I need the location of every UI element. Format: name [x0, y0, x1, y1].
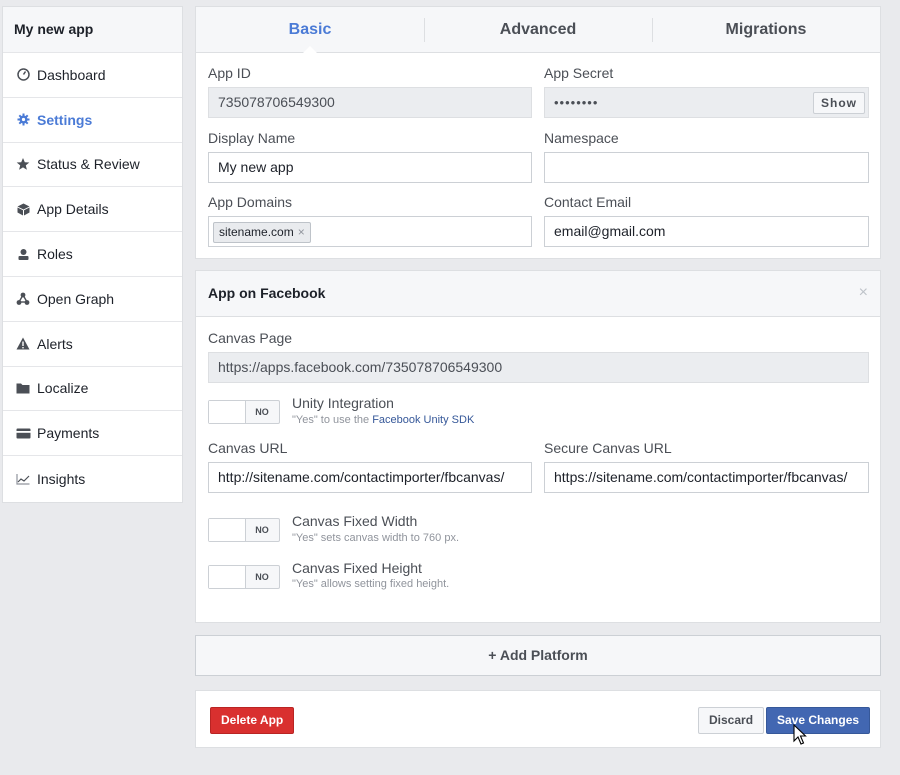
app-id-label: App ID — [208, 65, 251, 81]
sidebar-item-label: Payments — [37, 425, 100, 442]
sidebar-item-insights[interactable]: Insights — [3, 456, 182, 502]
show-secret-button[interactable]: Show — [813, 92, 865, 114]
tab-basic[interactable]: Basic — [196, 7, 424, 53]
contact-email-field[interactable]: email@gmail.com — [544, 216, 869, 247]
canvas-fixed-width-toggle[interactable]: NO — [208, 518, 280, 542]
footer-actions: Delete App Discard Save Changes — [195, 690, 881, 748]
close-icon[interactable]: × — [859, 271, 868, 315]
folder-icon — [15, 380, 31, 396]
app-id-field[interactable]: 735078706549300 — [208, 87, 532, 118]
app-secret-value: •••••••• — [554, 95, 599, 110]
canvas-url-field[interactable]: http://sitename.com/contactimporter/fbca… — [208, 462, 532, 493]
canvas-page-label: Canvas Page — [208, 330, 293, 346]
secure-canvas-url-field[interactable]: https://sitename.com/contactimporter/fbc… — [544, 462, 869, 493]
app-domains-label: App Domains — [208, 194, 293, 210]
sidebar-item-localize[interactable]: Localize — [3, 367, 182, 412]
namespace-label: Namespace — [544, 130, 619, 146]
sidebar-item-label: Open Graph — [37, 290, 115, 307]
sidebar-item-open-graph[interactable]: Open Graph — [3, 277, 182, 322]
toggle-knob — [209, 401, 246, 423]
sidebar-item-settings[interactable]: Settings — [3, 98, 182, 143]
tab-advanced[interactable]: Advanced — [424, 7, 652, 52]
sidebar-item-label: Alerts — [37, 335, 73, 352]
cube-icon — [15, 201, 31, 217]
app-on-facebook-header: App on Facebook × — [196, 271, 880, 317]
person-icon — [15, 246, 31, 262]
sidebar-item-status-review[interactable]: Status & Review — [3, 143, 182, 188]
app-secret-field[interactable]: •••••••• Show — [544, 87, 869, 118]
toggle-knob — [209, 566, 246, 588]
card-icon — [15, 425, 31, 441]
sidebar-item-label: Insights — [37, 471, 86, 488]
sidebar: My new app Dashboard Settings Status & R… — [2, 6, 183, 504]
sidebar-app-title: My new app — [3, 7, 182, 53]
toggle-knob — [209, 519, 246, 541]
facebook-unity-sdk-link[interactable]: Facebook Unity SDK — [372, 414, 474, 426]
sidebar-item-dashboard[interactable]: Dashboard — [3, 53, 182, 98]
canvas-fixed-width-title: Canvas Fixed Width — [292, 513, 418, 529]
tab-migrations[interactable]: Migrations — [652, 7, 880, 52]
gear-icon — [15, 112, 31, 128]
sidebar-item-label: App Details — [37, 201, 109, 218]
toggle-state: NO — [255, 572, 269, 582]
display-name-label: Display Name — [208, 130, 296, 146]
secure-canvas-url-label: Secure Canvas URL — [544, 440, 672, 456]
sidebar-item-label: Roles — [37, 246, 73, 263]
sidebar-item-label: Dashboard — [37, 66, 106, 83]
unity-integration-toggle[interactable]: NO — [208, 400, 280, 424]
domain-tag-text: sitename.com — [219, 225, 294, 239]
domain-tag: sitename.com × — [213, 222, 311, 243]
warning-icon — [15, 336, 31, 352]
sidebar-item-app-details[interactable]: App Details — [3, 187, 182, 233]
star-icon — [15, 156, 31, 172]
canvas-fixed-height-toggle[interactable]: NO — [208, 565, 280, 589]
unity-integration-title: Unity Integration — [292, 395, 394, 411]
canvas-page-field[interactable]: https://apps.facebook.com/73507870654930… — [208, 352, 869, 383]
sidebar-item-alerts[interactable]: Alerts — [3, 322, 182, 367]
app-secret-label: App Secret — [544, 65, 614, 81]
remove-tag-icon[interactable]: × — [298, 225, 305, 239]
panel-title: App on Facebook — [208, 285, 326, 301]
delete-app-button[interactable]: Delete App — [210, 707, 295, 734]
mouse-cursor-icon — [793, 723, 807, 749]
sidebar-item-label: Status & Review — [37, 156, 140, 173]
app-on-facebook-panel: App on Facebook × Canvas Page https://ap… — [195, 270, 881, 623]
toggle-state: NO — [255, 407, 269, 417]
canvas-fixed-height-desc: "Yes" allows setting fixed height. — [292, 578, 450, 590]
basic-settings-panel: Basic Advanced Migrations App ID 7350787… — [195, 6, 881, 259]
sidebar-item-payments[interactable]: Payments — [3, 411, 182, 457]
sidebar-item-label: Localize — [37, 380, 89, 397]
contact-email-label: Contact Email — [544, 194, 632, 210]
sidebar-item-label: Settings — [37, 111, 93, 128]
app-domains-field[interactable]: sitename.com × — [208, 216, 532, 247]
unity-desc-text: "Yes" to use the — [292, 414, 373, 426]
discard-button[interactable]: Discard — [698, 707, 765, 734]
chart-line-icon — [15, 471, 31, 487]
display-name-field[interactable]: My new app — [208, 152, 532, 183]
namespace-field[interactable] — [544, 152, 869, 183]
settings-tabs: Basic Advanced Migrations — [196, 7, 880, 53]
toggle-state: NO — [255, 525, 269, 535]
canvas-fixed-width-desc: "Yes" sets canvas width to 760 px. — [292, 532, 459, 544]
graph-nodes-icon — [15, 291, 31, 307]
save-changes-button[interactable]: Save Changes — [766, 707, 871, 734]
canvas-url-label: Canvas URL — [208, 440, 288, 456]
unity-integration-desc: "Yes" to use the Facebook Unity SDK — [292, 414, 474, 426]
sidebar-item-roles[interactable]: Roles — [3, 232, 182, 277]
canvas-fixed-height-title: Canvas Fixed Height — [292, 560, 422, 576]
dashboard-icon — [15, 67, 31, 83]
add-platform-button[interactable]: + Add Platform — [195, 635, 881, 676]
